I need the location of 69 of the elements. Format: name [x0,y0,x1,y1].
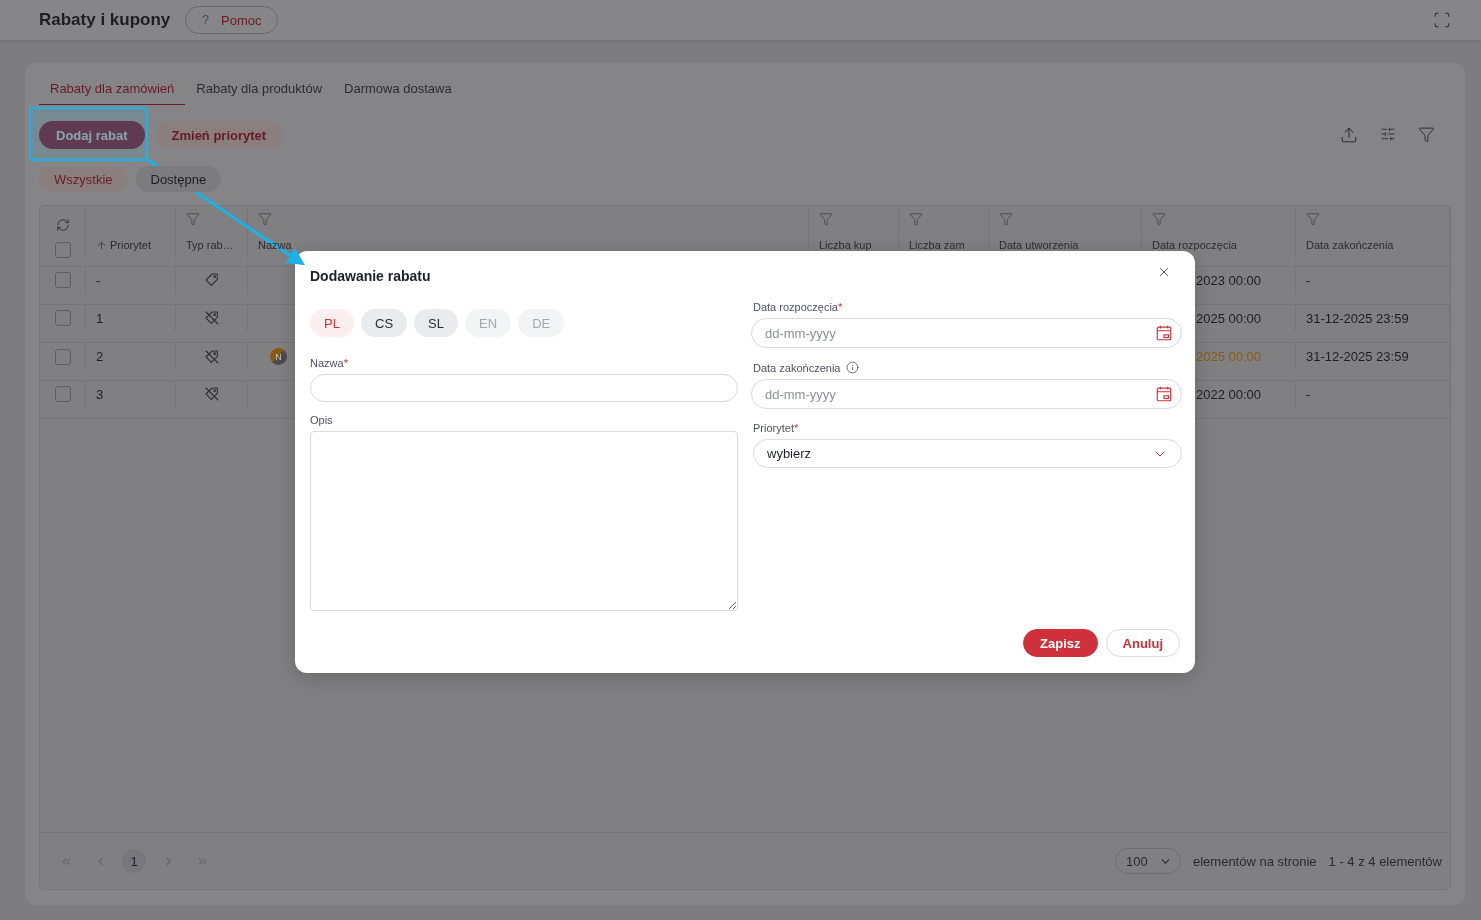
filter-chip[interactable]: Wszystkie [39,166,128,192]
date-field[interactable]: dd-mm-yyyy [751,318,1182,348]
checkbox[interactable] [54,348,71,365]
save-button[interactable]: Zapisz [1023,629,1098,657]
language-tab[interactable]: PL [310,309,354,337]
tab[interactable]: Darmowa dostawa [333,77,463,105]
filter-icon[interactable] [819,212,833,226]
page-button[interactable]: 1 [122,849,146,873]
input-field[interactable] [310,374,738,402]
pagination-summary: 1 - 4 z 4 elementów [1328,853,1442,869]
text-area[interactable] [310,431,738,611]
checkbox[interactable] [54,272,71,289]
refresh-icon[interactable] [55,218,70,232]
filter-icon[interactable] [1418,126,1435,144]
filter-icon[interactable] [1152,212,1166,226]
sliders-icon[interactable] [1380,126,1396,144]
field-label: Opis [310,414,334,426]
field-label: Priorytet* [753,422,800,434]
table-cell: 2022 00:00 [1196,386,1262,402]
column-header[interactable]: Priorytet [96,239,165,251]
filter-icon[interactable] [1306,212,1320,226]
field-label: Data rozpoczęcia* [753,301,844,313]
avatar: N [270,348,287,365]
table-cell: 3 [86,381,176,408]
filter-icon[interactable] [909,212,923,226]
tab[interactable]: Rabaty dla produktów [185,77,334,105]
action-button[interactable]: Zmień priorytet [154,121,284,149]
column-header[interactable]: Typ rab… [186,239,237,251]
filter-icon[interactable] [258,212,272,226]
table-cell: 2025 00:00 [1196,349,1262,364]
language-tab[interactable]: SL [414,309,459,337]
table-cell: - [1306,272,1311,288]
date-field[interactable]: dd-mm-yyyy [751,379,1182,409]
fullscreen-icon[interactable] [1433,11,1451,29]
filter-icon[interactable] [999,212,1013,226]
export-icon[interactable] [1340,126,1358,144]
table-cell: 2 [86,343,176,370]
page-size-label: elementów na stronie [1192,853,1317,869]
dialog-title: Dodawanie rabatu [310,268,431,284]
sort-arrow-icon [96,239,107,251]
calendar-icon[interactable] [1155,324,1173,342]
close-icon[interactable] [1157,265,1171,279]
filter-chip[interactable]: Dostępne [135,166,222,192]
table-cell: 2023 00:00 [1196,272,1262,288]
table-cell: 31-12-2025 23:59 [1306,349,1409,364]
add-button[interactable]: Dodaj rabat [39,121,145,149]
info-icon[interactable] [846,361,860,374]
field-label: Nazwa* [310,357,349,369]
field-label: Data zakończenia [753,361,841,374]
filter-icon[interactable] [186,212,200,226]
tab[interactable]: Rabaty dla zamówień [39,77,186,105]
table-cell: 2025 00:00 [1196,310,1262,326]
checkbox[interactable] [54,310,71,327]
language-tab[interactable]: CS [361,309,408,337]
table-cell: 1 [86,305,176,332]
table-cell: 31-12-2025 23:59 [1306,310,1409,326]
checkbox[interactable] [54,386,71,403]
column-header[interactable]: Liczba kup [819,239,888,251]
column-header[interactable]: Data zakończenia [1306,239,1439,251]
column-header[interactable]: Liczba zam [909,239,978,251]
priority-select[interactable]: wybierz [753,439,1182,468]
page-title: Rabaty i kupony [39,10,171,30]
table-cell: - [86,267,176,294]
checkbox[interactable] [54,242,71,258]
table-cell: - [1306,386,1311,402]
calendar-icon[interactable] [1155,385,1173,403]
column-header[interactable]: Data utworzenia [999,239,1131,251]
column-header[interactable]: Data rozpoczęcia [1152,239,1285,251]
cancel-button[interactable]: Anuluj [1105,629,1180,657]
